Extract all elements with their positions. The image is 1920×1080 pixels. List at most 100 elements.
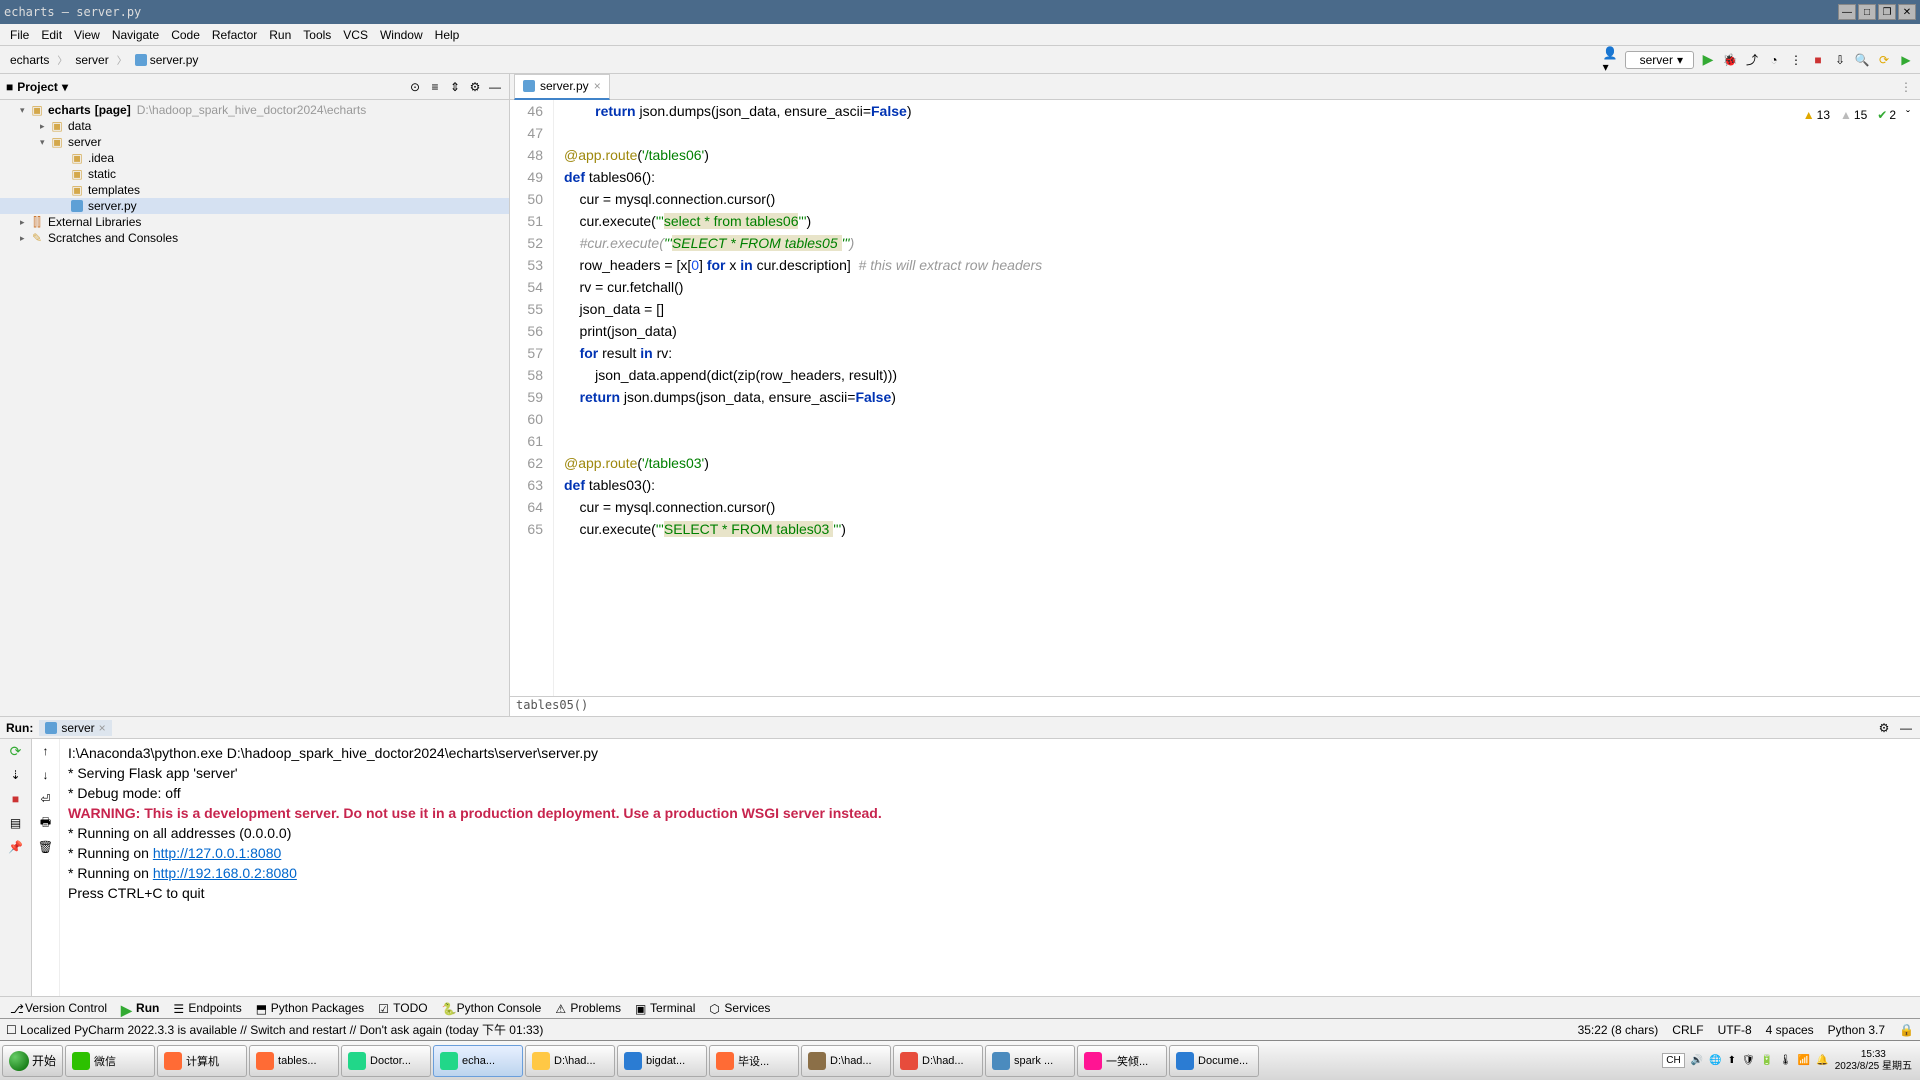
add-user-icon[interactable]: 👤▾: [1603, 52, 1619, 68]
weak-warnings-count[interactable]: 15: [1840, 104, 1867, 126]
gear-icon[interactable]: ⚙: [1876, 720, 1892, 736]
taskbar-item[interactable]: 微信: [65, 1045, 155, 1077]
ide-errors-icon[interactable]: ▶: [1898, 52, 1914, 68]
tray-icon[interactable]: ⬆: [1728, 1055, 1736, 1066]
locate-icon[interactable]: ⊙: [407, 79, 423, 95]
taskbar-item[interactable]: 一笑倾...: [1077, 1045, 1167, 1077]
status-line-sep[interactable]: CRLF: [1672, 1023, 1703, 1037]
taskbar-item[interactable]: tables...: [249, 1045, 339, 1077]
menu-tools[interactable]: Tools: [297, 28, 337, 42]
expand-icon[interactable]: ≡: [427, 79, 443, 95]
restore-button[interactable]: ❐: [1878, 4, 1896, 20]
menu-help[interactable]: Help: [429, 28, 466, 42]
taskbar-item[interactable]: D:\had...: [525, 1045, 615, 1077]
hide-icon[interactable]: —: [1898, 720, 1914, 736]
stop-icon[interactable]: ■: [8, 791, 24, 807]
taskbar-item[interactable]: echa...: [433, 1045, 523, 1077]
taskbar-item[interactable]: 计算机: [157, 1045, 247, 1077]
run-config-dropdown[interactable]: server ▾: [1625, 51, 1694, 69]
coverage-button[interactable]: ⤴: [1744, 52, 1760, 68]
project-tree[interactable]: ▾ ▣ echarts [page] D:\hadoop_spark_hive_…: [0, 100, 509, 716]
tab-python-console[interactable]: 🐍Python Console: [442, 1001, 542, 1015]
inspection-chevron-icon[interactable]: ˇ: [1906, 104, 1910, 126]
warnings-count[interactable]: 13: [1803, 104, 1830, 126]
menu-file[interactable]: File: [4, 28, 35, 42]
system-tray[interactable]: CH 🔊 🌐 ⬆ 🛡 🔋 🌡 📶 🔔 15:33 2023/8/25 星期五: [1656, 1049, 1918, 1073]
more-run-button[interactable]: ⋮: [1788, 52, 1804, 68]
tab-python-packages[interactable]: ⬒Python Packages: [256, 1001, 364, 1015]
console-link[interactable]: http://127.0.0.1:8080: [153, 845, 281, 861]
breadcrumb-folder[interactable]: server: [71, 52, 112, 68]
tab-todo[interactable]: ☑TODO: [378, 1001, 427, 1015]
taskbar-item[interactable]: Docume...: [1169, 1045, 1259, 1077]
menu-code[interactable]: Code: [165, 28, 206, 42]
taskbar-item[interactable]: D:\had...: [893, 1045, 983, 1077]
menu-edit[interactable]: Edit: [35, 28, 68, 42]
minimize-button[interactable]: —: [1838, 4, 1856, 20]
tray-icon[interactable]: 🔋: [1761, 1055, 1773, 1066]
wrap-icon[interactable]: ⏎: [38, 791, 54, 807]
start-button[interactable]: 开始: [2, 1045, 63, 1077]
tree-file-serverpy[interactable]: server.py: [0, 198, 509, 214]
menu-window[interactable]: Window: [374, 28, 429, 42]
inspection-summary[interactable]: 13 15 2 ˇ: [1803, 104, 1910, 126]
stop-button[interactable]: ■: [1810, 52, 1826, 68]
close-tab-icon[interactable]: ×: [594, 79, 601, 93]
profile-button[interactable]: ◔: [1766, 52, 1782, 68]
tray-icon[interactable]: 🌐: [1709, 1055, 1721, 1066]
status-interpreter[interactable]: Python 3.7: [1828, 1023, 1885, 1037]
print-icon[interactable]: 🖶: [38, 815, 54, 831]
close-icon[interactable]: ×: [99, 721, 106, 735]
gear-icon[interactable]: ⚙: [467, 79, 483, 95]
hide-icon[interactable]: —: [487, 79, 503, 95]
editor-tab-serverpy[interactable]: server.py ×: [514, 74, 610, 100]
vcs-commit-icon[interactable]: ⇩: [1832, 52, 1848, 68]
tab-services[interactable]: ⬡Services: [709, 1001, 770, 1015]
taskbar-clock[interactable]: 15:33 2023/8/25 星期五: [1835, 1049, 1912, 1073]
tab-problems[interactable]: ⚠Problems: [555, 1001, 621, 1015]
menu-refactor[interactable]: Refactor: [206, 28, 263, 42]
close-button[interactable]: ✕: [1898, 4, 1916, 20]
layout-icon[interactable]: ▤: [8, 815, 24, 831]
tree-folder-data[interactable]: ▸ ▣ data: [0, 118, 509, 134]
debug-button[interactable]: 🐞: [1722, 52, 1738, 68]
menu-run[interactable]: Run: [263, 28, 297, 42]
maximize-button[interactable]: □: [1858, 4, 1876, 20]
rerun-icon[interactable]: ⟳: [8, 743, 24, 759]
search-icon[interactable]: 🔍: [1854, 52, 1870, 68]
ime-indicator[interactable]: CH: [1662, 1053, 1684, 1068]
status-cursor-pos[interactable]: 35:22 (8 chars): [1578, 1023, 1659, 1037]
breadcrumb-file[interactable]: server.py: [131, 52, 203, 68]
menu-vcs[interactable]: VCS: [337, 28, 374, 42]
sync-icon[interactable]: ⟳: [1876, 52, 1892, 68]
taskbar-item[interactable]: 毕设...: [709, 1045, 799, 1077]
menu-navigate[interactable]: Navigate: [106, 28, 165, 42]
menu-view[interactable]: View: [68, 28, 106, 42]
tab-run[interactable]: ▶Run: [121, 1001, 159, 1015]
tree-folder-idea[interactable]: ▣ .idea: [0, 150, 509, 166]
up-icon[interactable]: ↑: [38, 743, 54, 759]
tray-icon[interactable]: 🌡: [1779, 1055, 1792, 1066]
status-indent[interactable]: 4 spaces: [1766, 1023, 1814, 1037]
run-button[interactable]: ▶: [1700, 52, 1716, 68]
tab-terminal[interactable]: ▣Terminal: [635, 1001, 695, 1015]
tree-scratches[interactable]: ▸ ✎ Scratches and Consoles: [0, 230, 509, 246]
tray-icon[interactable]: 🔊: [1691, 1055, 1703, 1066]
console-link[interactable]: http://192.168.0.2:8080: [153, 865, 297, 881]
project-header-label[interactable]: ■ Project ▾: [6, 80, 68, 94]
down-icon[interactable]: ↓: [38, 767, 54, 783]
tray-icon[interactable]: 🛡: [1742, 1055, 1755, 1066]
code-content[interactable]: return json.dumps(json_data, ensure_asci…: [554, 100, 1042, 696]
run-console[interactable]: I:\Anaconda3\python.exe D:\hadoop_spark_…: [60, 739, 1920, 996]
taskbar-item[interactable]: spark ...: [985, 1045, 1075, 1077]
editor-breadcrumb[interactable]: tables05(): [510, 696, 1920, 716]
taskbar-item[interactable]: Doctor...: [341, 1045, 431, 1077]
pin-icon[interactable]: 📌: [8, 839, 24, 855]
tray-icon[interactable]: 📶: [1798, 1055, 1810, 1066]
collapse-icon[interactable]: ⇕: [447, 79, 463, 95]
status-message[interactable]: ☐ Localized PyCharm 2022.3.3 is availabl…: [6, 1021, 543, 1038]
ok-count[interactable]: 2: [1877, 104, 1896, 126]
tree-folder-static[interactable]: ▣ static: [0, 166, 509, 182]
tab-endpoints[interactable]: ☰Endpoints: [173, 1001, 241, 1015]
breadcrumb-root[interactable]: echarts: [6, 52, 53, 68]
